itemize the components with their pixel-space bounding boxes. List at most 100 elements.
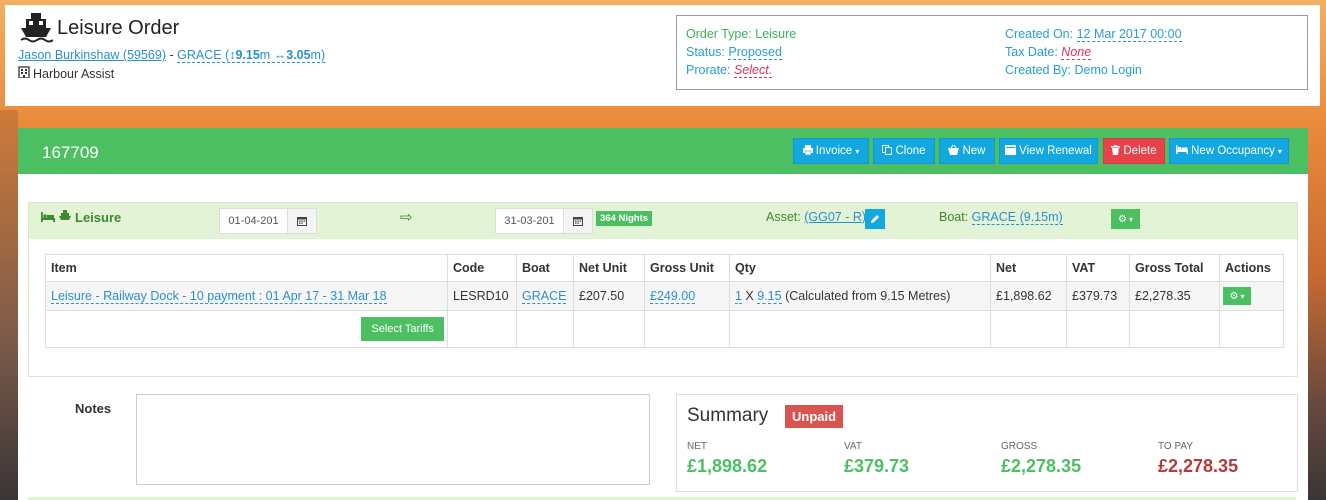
tax-date-value[interactable]: None [1061, 45, 1092, 60]
beam-unit: m [310, 48, 321, 62]
notes-textarea[interactable] [136, 394, 650, 485]
boat-row: Boat: GRACE (9.15m) [939, 210, 1063, 225]
view-renewal-button[interactable]: View Renewal [999, 138, 1098, 164]
order-header: Leisure Order Jason Burkinshaw (59569) -… [5, 5, 1320, 106]
vat-value: £379.73 [844, 456, 910, 476]
close-paren: ) [320, 48, 326, 62]
new-label: New [962, 145, 986, 157]
basket-icon [948, 144, 960, 158]
building-icon [18, 66, 30, 81]
cell-tariff: Select Tariffs [45, 310, 448, 348]
empty-cell [447, 310, 517, 348]
ship-icon [59, 210, 71, 225]
invoice-label: Invoice [815, 145, 853, 157]
order-bar: 167709 Invoice ▾ Clone New View Renewal … [18, 128, 1308, 174]
end-date-picker[interactable]: 31-03-201 [495, 208, 593, 234]
prorate-row: Prorate: Select. [686, 63, 773, 78]
harbour-line: Harbour Assist [18, 66, 114, 81]
pencil-icon [870, 212, 880, 227]
edit-asset-button[interactable] [865, 209, 885, 229]
to-pay-value: £2,278.35 [1158, 456, 1239, 476]
end-date-input[interactable]: 31-03-201 [496, 209, 563, 233]
boat-dimensions-link[interactable]: GRACE (↕9.15m ↔3.05m) [177, 48, 326, 63]
occupancy-header: Leisure 01-04-201 ⇨ 31-03-201 364 Nights… [29, 203, 1297, 239]
boat-prefix: GRACE ( [177, 48, 230, 62]
copy-icon [882, 144, 893, 158]
col-vat: VAT [1066, 254, 1130, 282]
delete-button[interactable]: Delete [1103, 138, 1165, 164]
arrows-horizontal-icon: ↔ [273, 48, 287, 62]
col-net: Net [990, 254, 1067, 282]
row-actions-button[interactable]: ⚙ ▾ [1223, 287, 1251, 305]
length-unit: m [259, 48, 271, 62]
cell-boat: GRACE [516, 281, 574, 311]
asset-row: Asset: (GG07 - R) [766, 210, 866, 224]
start-date-input[interactable]: 01-04-201 [220, 209, 287, 233]
separator: - [166, 48, 178, 62]
ship-icon [19, 11, 54, 46]
bed-icon [41, 210, 55, 225]
qty-times: X [741, 289, 758, 303]
asset-link[interactable]: (GG07 - R) [804, 210, 866, 224]
calendar-icon[interactable] [287, 209, 316, 233]
empty-cell [516, 310, 574, 348]
gross-unit-link[interactable]: £249.00 [650, 289, 696, 304]
invoice-button[interactable]: Invoice ▾ [793, 138, 869, 164]
status-value[interactable]: Proposed [728, 45, 782, 60]
cell-net-unit: £207.50 [573, 281, 645, 311]
header-subline: Jason Burkinshaw (59569) - GRACE (↕9.15m… [18, 48, 326, 63]
col-gross-unit: Gross Unit [644, 254, 730, 282]
boat-label: Boat: [939, 210, 969, 224]
caret-down-icon: ▾ [1277, 146, 1282, 156]
title-row: Leisure Order [19, 11, 179, 46]
boat-length: 9.15 [235, 48, 260, 62]
asset-label: Asset: [766, 210, 801, 224]
net-label: NET [687, 441, 707, 452]
col-item: Item [45, 254, 448, 282]
col-boat: Boat [516, 254, 574, 282]
harbour-name: Harbour Assist [33, 66, 115, 81]
boat-link[interactable]: GRACE (9.15m) [971, 210, 1063, 225]
empty-cell [644, 310, 730, 348]
item-link[interactable]: Leisure - Railway Dock - 10 payment : 01… [51, 289, 387, 304]
new-occupancy-button[interactable]: New Occupancy ▾ [1169, 138, 1289, 164]
cell-net: £1,898.62 [990, 281, 1067, 311]
gross-value: £2,278.35 [1001, 456, 1082, 476]
caret-down-icon: ▾ [1128, 214, 1133, 224]
calendar-icon[interactable] [563, 209, 592, 233]
book-icon [1005, 144, 1017, 158]
created-on-value[interactable]: 12 Mar 2017 00:00 [1076, 27, 1182, 42]
trash-icon [1111, 144, 1121, 158]
cell-item: Leisure - Railway Dock - 10 payment : 01… [45, 281, 448, 311]
customer-link[interactable]: Jason Burkinshaw (59569) [18, 48, 166, 62]
cell-qty: 1 X 9.15 (Calculated from 9.15 Metres) [729, 281, 991, 311]
qty-length-link[interactable]: 9.15 [757, 289, 782, 304]
empty-cell [573, 310, 645, 348]
status-badge: Unpaid [785, 405, 844, 428]
select-tariffs-button[interactable]: Select Tariffs [361, 317, 444, 341]
order-type: Order Type: Leisure [686, 27, 797, 41]
prorate-select[interactable]: Select. [733, 63, 773, 78]
arrow-right-icon: ⇨ [400, 209, 413, 226]
print-icon [802, 144, 813, 158]
new-button[interactable]: New [939, 138, 995, 164]
status-label: Status: [686, 45, 725, 59]
order-number: 167709 [42, 143, 99, 162]
cell-vat: £379.73 [1066, 281, 1130, 311]
created-by: Created By: Demo Login [1005, 63, 1142, 77]
col-code: Code [447, 254, 517, 282]
cell-gross-total: £2,278.35 [1129, 281, 1220, 311]
empty-cell [1129, 310, 1220, 348]
new-occupancy-label: New Occupancy [1191, 145, 1275, 157]
qty-note: (Calculated from 9.15 Metres) [781, 289, 951, 303]
start-date-picker[interactable]: 01-04-201 [219, 208, 317, 234]
occupancy-settings-button[interactable]: ⚙ ▾ [1111, 209, 1140, 229]
row-boat-link[interactable]: GRACE [522, 289, 567, 304]
view-renewal-label: View Renewal [1019, 145, 1092, 157]
qty-link[interactable]: 1 [735, 289, 742, 304]
clone-button[interactable]: Clone [873, 138, 935, 164]
to-pay-label: TO PAY [1158, 441, 1194, 452]
cell-code: LESRD10 [447, 281, 517, 311]
table-header-row: Item Code Boat Net Unit Gross Unit Qty N… [45, 254, 1284, 282]
caret-down-icon: ▾ [1240, 291, 1245, 301]
